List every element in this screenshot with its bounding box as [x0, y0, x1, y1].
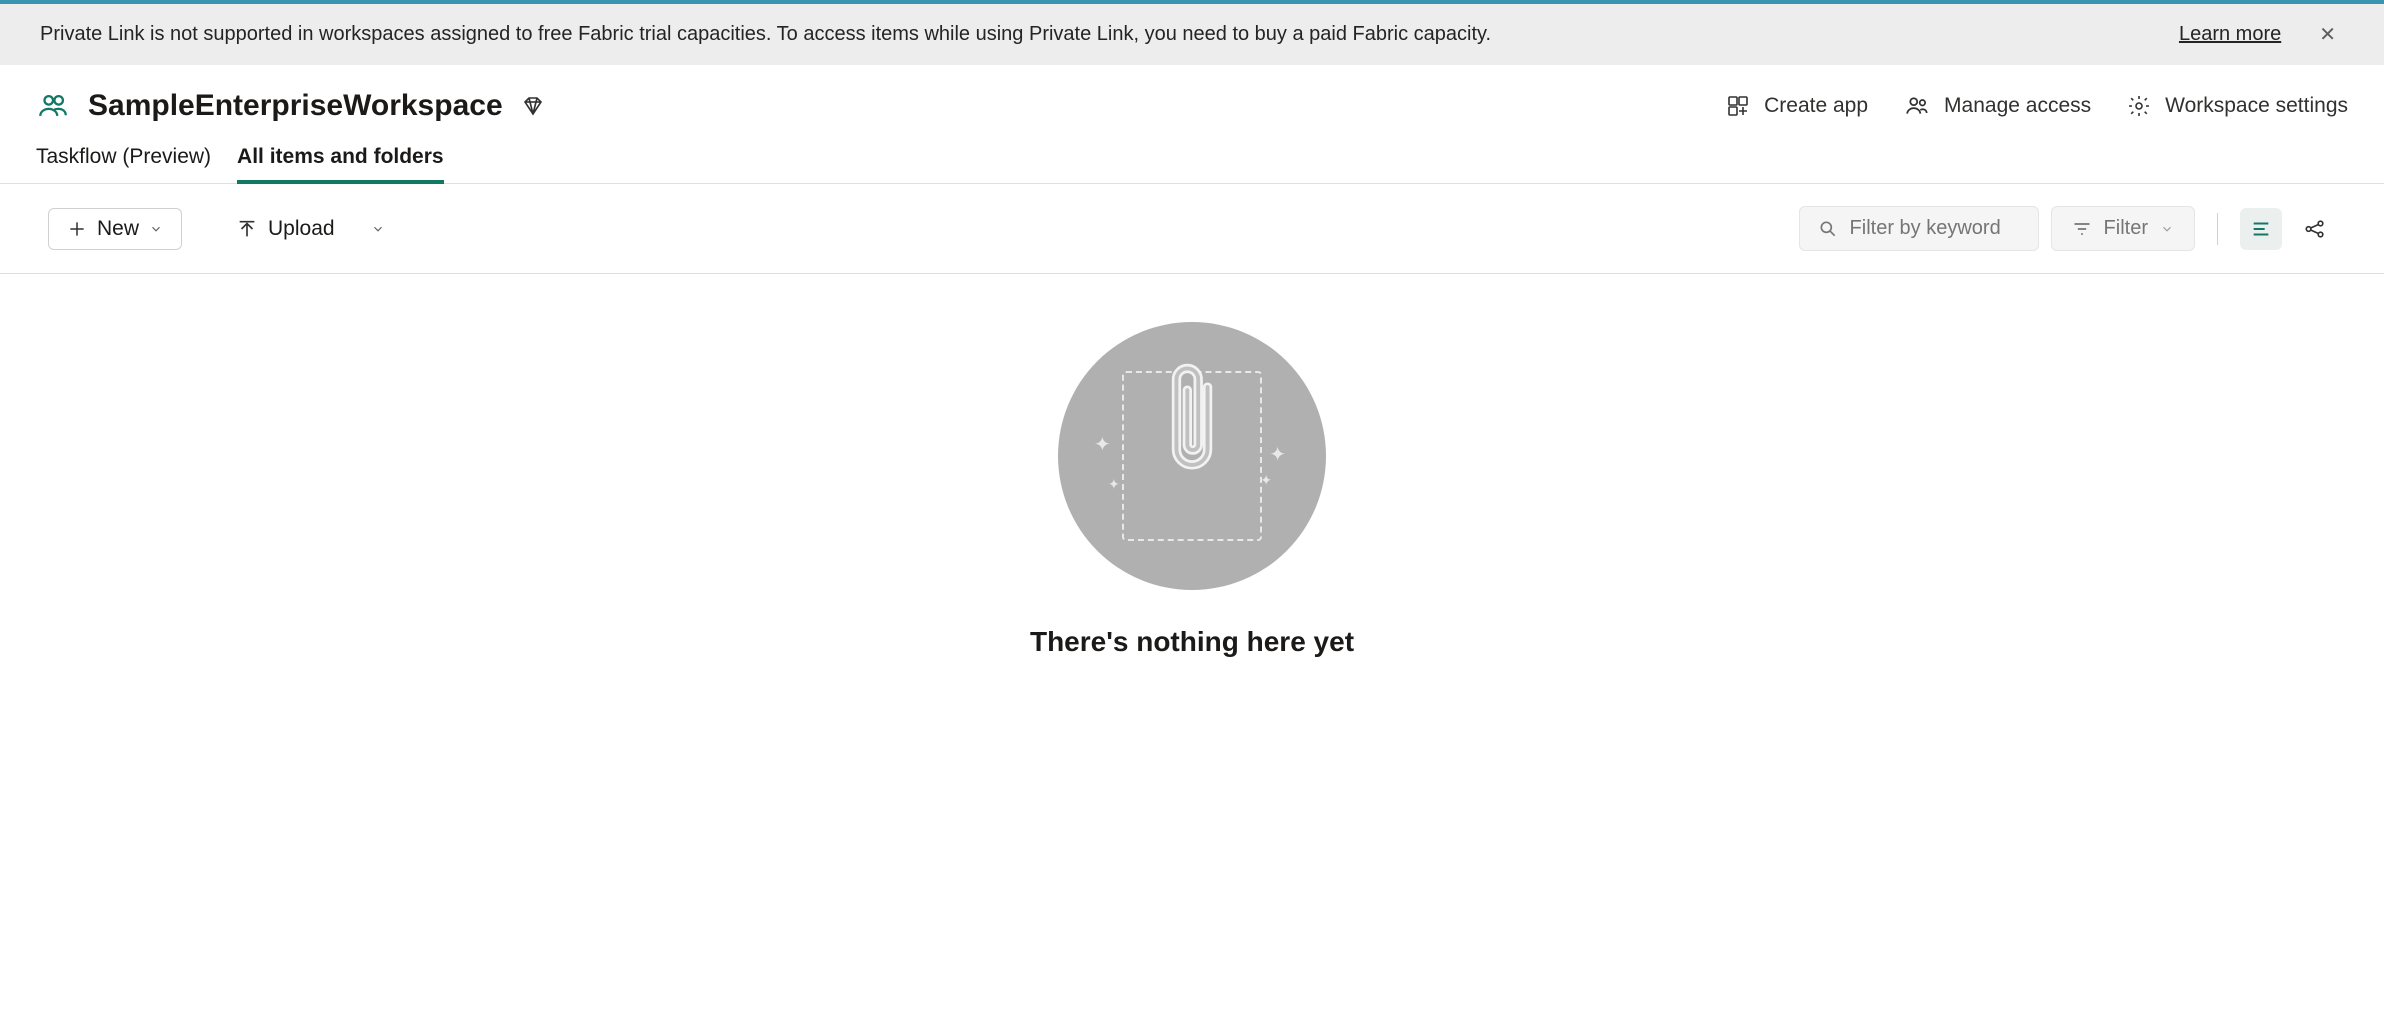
empty-state: ✦ ✦ ✦ ✦ There's nothing here yet [0, 274, 2384, 658]
upload-button[interactable]: Upload [218, 209, 403, 249]
chevron-down-icon [149, 222, 163, 236]
divider [2217, 213, 2218, 245]
manage-access-button[interactable]: Manage access [1904, 93, 2091, 119]
gear-icon [2127, 94, 2151, 118]
diamond-icon[interactable] [521, 94, 545, 118]
chevron-down-icon [371, 222, 385, 236]
filter-button[interactable]: Filter [2051, 206, 2195, 251]
tab-all-items[interactable]: All items and folders [237, 145, 444, 183]
empty-state-graphic: ✦ ✦ ✦ ✦ [1058, 322, 1326, 590]
people-icon [1904, 93, 1930, 119]
create-app-label: Create app [1764, 94, 1868, 118]
upload-icon [236, 218, 258, 240]
app-icon [1726, 94, 1750, 118]
create-app-button[interactable]: Create app [1726, 94, 1868, 118]
toolbar-right: Filter [1799, 206, 2336, 251]
upload-label: Upload [268, 217, 335, 241]
workspace-settings-button[interactable]: Workspace settings [2127, 94, 2348, 118]
workspace-actions: Create app Manage access Workspace set [1726, 93, 2348, 119]
new-button[interactable]: New [48, 208, 182, 250]
notification-bar: Private Link is not supported in workspa… [0, 4, 2384, 65]
plus-icon [67, 219, 87, 239]
workspace-settings-label: Workspace settings [2165, 94, 2348, 118]
filter-icon [2072, 219, 2092, 239]
filter-label: Filter [2104, 217, 2148, 240]
lineage-icon [2304, 218, 2326, 240]
workspace-title-group: SampleEnterpriseWorkspace [36, 89, 545, 123]
toolbar: New Upload [0, 184, 2384, 274]
manage-access-label: Manage access [1944, 94, 2091, 118]
workspace-header: SampleEnterpriseWorkspace Create app [0, 65, 2384, 123]
chevron-down-icon [2160, 222, 2174, 236]
tabs: Taskflow (Preview) All items and folders [0, 123, 2384, 184]
paperclip-icon [1157, 356, 1227, 496]
sparkle-icon: ✦ [1108, 476, 1120, 493]
close-icon[interactable]: ✕ [2311, 18, 2344, 51]
toolbar-left: New Upload [48, 208, 403, 250]
workspace-icon [36, 89, 70, 123]
learn-more-link[interactable]: Learn more [2179, 23, 2281, 46]
list-view-toggle[interactable] [2240, 208, 2282, 250]
workspace-title: SampleEnterpriseWorkspace [88, 89, 503, 123]
tab-taskflow[interactable]: Taskflow (Preview) [36, 145, 211, 183]
list-icon [2250, 218, 2272, 240]
sparkle-icon: ✦ [1094, 432, 1111, 457]
search-icon [1818, 219, 1838, 239]
filter-keyword-field[interactable] [1850, 217, 2020, 240]
filter-keyword-input[interactable] [1799, 206, 2039, 251]
lineage-view-toggle[interactable] [2294, 208, 2336, 250]
sparkle-icon: ✦ [1260, 472, 1272, 489]
sparkle-icon: ✦ [1269, 442, 1286, 467]
empty-state-title: There's nothing here yet [1030, 626, 1354, 658]
notification-message: Private Link is not supported in workspa… [40, 23, 2149, 46]
new-label: New [97, 217, 139, 241]
